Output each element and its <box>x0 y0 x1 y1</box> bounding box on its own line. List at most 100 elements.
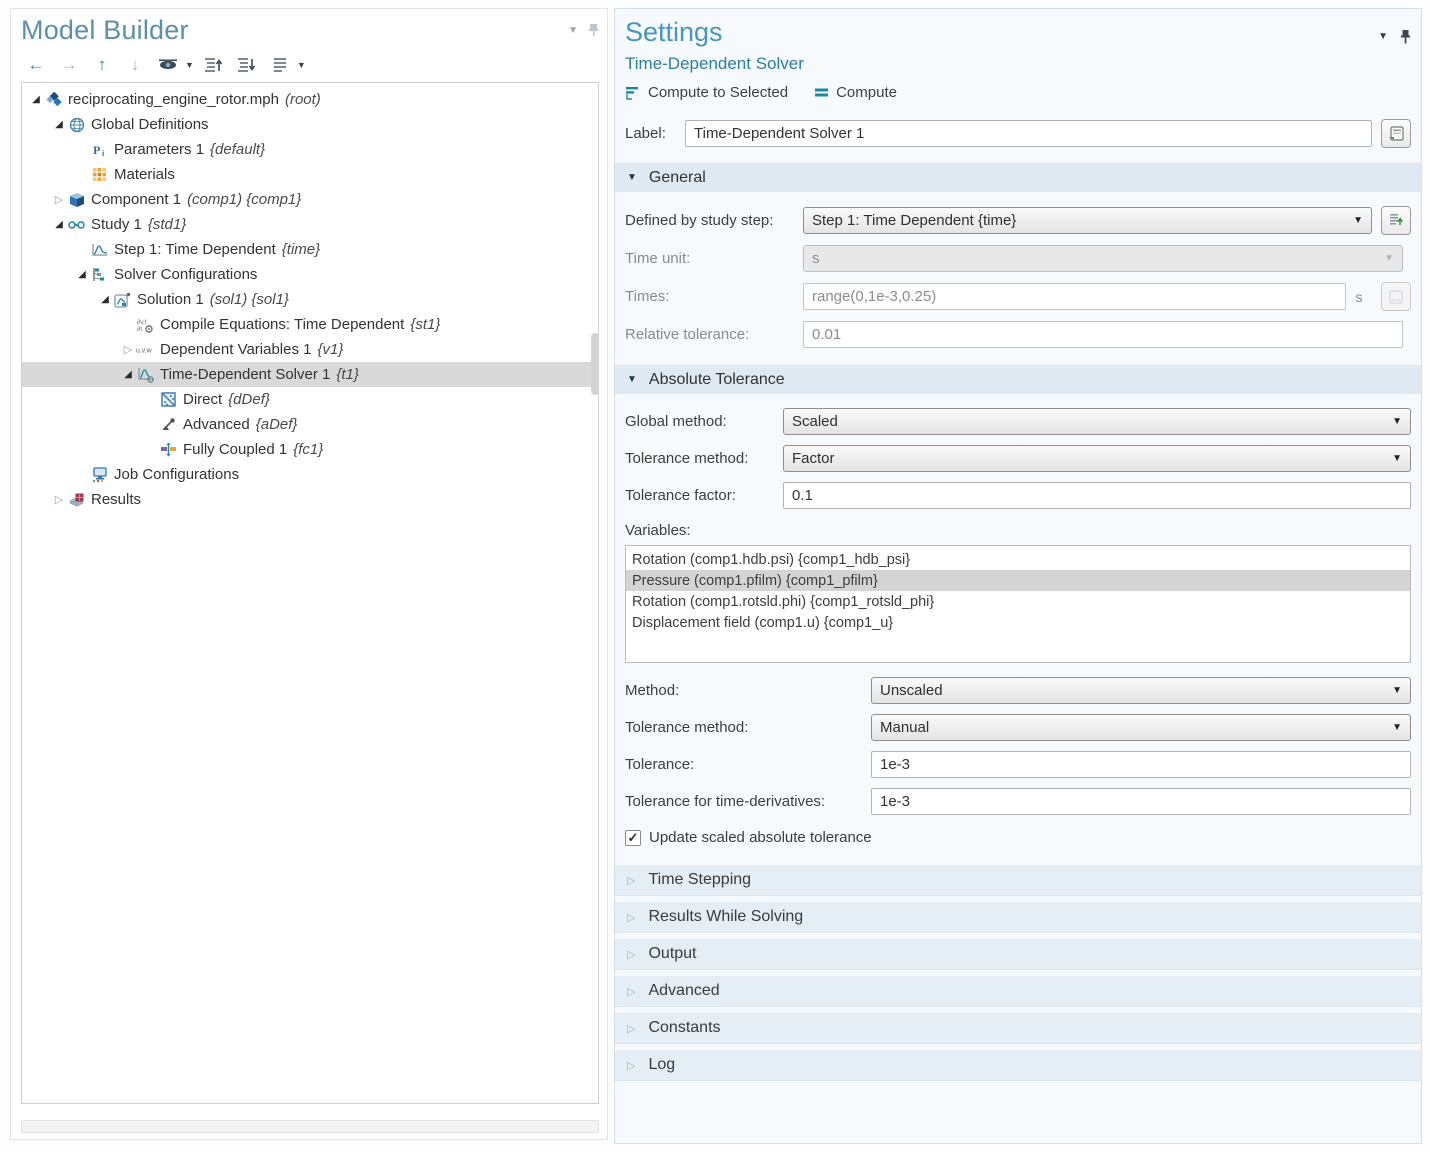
solver-configurations-icon <box>90 267 109 283</box>
update-scaled-tolerance-checkbox[interactable]: ✓ <box>625 830 641 846</box>
tree-vertical-scrollbar[interactable] <box>591 333 599 395</box>
tree-item-tag: {t1} <box>336 366 359 383</box>
tree-item-direct[interactable]: Direct {dDef} <box>22 387 598 412</box>
model-tree-node-text-icon[interactable] <box>267 54 293 76</box>
tolerance-factor-input[interactable] <box>783 482 1411 509</box>
pin-icon[interactable] <box>1400 29 1411 44</box>
variable-item[interactable]: Rotation (comp1.rotsld.phi) {comp1_rotsl… <box>626 591 1410 612</box>
tree-item-component-1[interactable]: ▷ Component 1 (comp1) {comp1} <box>22 187 598 212</box>
tree-item-global-definitions[interactable]: ◢ Global Definitions <box>22 112 598 137</box>
collapse-caret-icon[interactable]: ▷ <box>120 343 136 356</box>
tree-item-job-configurations[interactable]: Job Configurations <box>22 462 598 487</box>
tree-item-dependent-variables-1[interactable]: ▷ u,v,w Dependent Variables 1 {v1} <box>22 337 598 362</box>
collapse-caret-icon[interactable]: ▷ <box>51 493 67 506</box>
label-input[interactable] <box>685 120 1372 147</box>
expand-caret-icon[interactable]: ◢ <box>51 219 67 230</box>
section-header-general[interactable]: ▼ General <box>615 162 1421 192</box>
time-dependent-step-icon <box>90 242 109 258</box>
pin-icon[interactable] <box>588 23 599 37</box>
method-select[interactable]: Unscaled ▼ <box>871 677 1411 704</box>
section-header-absolute-tolerance[interactable]: ▼ Absolute Tolerance <box>615 364 1421 394</box>
section-collapsed-icon: ▷ <box>627 874 635 887</box>
move-down-icon[interactable]: ↓ <box>122 54 148 76</box>
tolerance-time-derivatives-input[interactable] <box>871 788 1411 815</box>
chevron-down-icon: ▼ <box>1392 453 1402 464</box>
tree-item-advanced[interactable]: Advanced {aDef} <box>22 412 598 437</box>
section-expanded-icon: ▼ <box>627 374 637 385</box>
section-header-advanced[interactable]: ▷ Advanced <box>615 975 1421 1007</box>
tree-item-compile-equations[interactable]: ∂v.f∂t Compile Equations: Time Dependent… <box>22 312 598 337</box>
section-header-results-while-solving[interactable]: ▷ Results While Solving <box>615 901 1421 933</box>
tree-item-materials[interactable]: Materials <box>22 162 598 187</box>
tree-item-label: Step 1: Time Dependent <box>114 241 276 258</box>
compile-equations-icon: ∂v.f∂t <box>136 317 155 333</box>
go-to-source-button[interactable] <box>1381 206 1411 235</box>
tree-item-label: Advanced <box>183 416 250 433</box>
tree-horizontal-scrollbar[interactable] <box>21 1120 599 1133</box>
tolerance-method-label: Tolerance method: <box>625 450 783 467</box>
back-icon[interactable]: ← <box>23 54 49 76</box>
forward-icon[interactable]: → <box>56 54 82 76</box>
compute-button[interactable]: Compute <box>814 84 897 101</box>
compute-to-selected-button[interactable]: Compute to Selected <box>625 84 788 101</box>
expand-caret-icon[interactable]: ◢ <box>120 369 136 380</box>
panel-menu-caret-icon[interactable]: ▼ <box>1378 31 1388 42</box>
variable-item[interactable]: Displacement field (comp1.u) {comp1_u} <box>626 612 1410 633</box>
section-header-output[interactable]: ▷ Output <box>615 938 1421 970</box>
section-expanded-icon: ▼ <box>627 172 637 183</box>
relative-tolerance-input[interactable] <box>803 321 1403 348</box>
tree-item-parameters-1[interactable]: Pi Parameters 1 {default} <box>22 137 598 162</box>
tolerance-method-select[interactable]: Factor ▼ <box>783 445 1411 472</box>
compute-icon <box>814 87 829 98</box>
variable-item-selected[interactable]: Pressure (comp1.pfilm) {comp1_pfilm} <box>626 570 1410 591</box>
section-title: Absolute Tolerance <box>649 371 785 389</box>
section-body-absolute-tolerance: Global method: Scaled ▼ Tolerance method… <box>625 394 1411 848</box>
show-label-button[interactable] <box>1381 119 1411 148</box>
tree-item-fully-coupled-1[interactable]: Fully Coupled 1 {fc1} <box>22 437 598 462</box>
svg-text:P: P <box>93 143 100 157</box>
selected-option: s <box>812 250 820 267</box>
move-up-icon[interactable]: ↑ <box>89 54 115 76</box>
update-scaled-tolerance-label: Update scaled absolute tolerance <box>649 829 872 846</box>
section-header-time-stepping[interactable]: ▷ Time Stepping <box>615 864 1421 896</box>
section-title: Constants <box>648 1019 720 1037</box>
tree-item-solver-configurations[interactable]: ◢ Solver Configurations <box>22 262 598 287</box>
collapse-caret-icon[interactable]: ▷ <box>51 193 67 206</box>
advanced-icon <box>159 417 178 433</box>
model-builder-panel: Model Builder ▼ ← → ↑ ↓ ▼ ▼ ◢ <box>10 8 608 1140</box>
tree-item-solution-1[interactable]: ◢ Solution 1 (sol1) {sol1} <box>22 287 598 312</box>
tree-item-step-1-time-dependent[interactable]: Step 1: Time Dependent {time} <box>22 237 598 262</box>
times-input[interactable] <box>803 283 1346 310</box>
variable-item[interactable]: Rotation (comp1.hdb.psi) {comp1_hdb_psi} <box>626 549 1410 570</box>
svg-text:∂t: ∂t <box>137 326 142 333</box>
node-text-menu-caret-icon[interactable]: ▼ <box>297 60 306 70</box>
range-button[interactable] <box>1381 282 1411 311</box>
expand-caret-icon[interactable]: ◢ <box>97 294 113 305</box>
show-icon[interactable] <box>155 54 181 76</box>
expand-caret-icon[interactable]: ◢ <box>74 269 90 280</box>
tree-item-results[interactable]: ▷ Results <box>22 487 598 512</box>
defined-by-study-step-select[interactable]: Step 1: Time Dependent {time} ▼ <box>803 207 1372 234</box>
job-configurations-icon <box>90 467 109 483</box>
tree-item-time-dependent-solver-1[interactable]: ◢ Time-Dependent Solver 1 {t1} <box>22 362 598 387</box>
expand-all-icon[interactable] <box>201 54 227 76</box>
expand-caret-icon[interactable]: ◢ <box>28 94 44 105</box>
section-title: Results While Solving <box>648 908 803 926</box>
tolerance-input[interactable] <box>871 751 1411 778</box>
show-menu-caret-icon[interactable]: ▼ <box>185 60 194 70</box>
collapse-all-icon[interactable] <box>234 54 260 76</box>
global-method-select[interactable]: Scaled ▼ <box>783 408 1411 435</box>
variables-listbox[interactable]: Rotation (comp1.hdb.psi) {comp1_hdb_psi}… <box>625 545 1411 663</box>
tree-item-label: Job Configurations <box>114 466 239 483</box>
panel-menu-caret-icon[interactable]: ▼ <box>568 25 578 36</box>
tree-item-tag: (sol1) {sol1} <box>210 291 289 308</box>
variable-label: Displacement field (comp1.u) {comp1_u} <box>632 615 893 631</box>
expand-caret-icon[interactable]: ◢ <box>51 119 67 130</box>
section-header-log[interactable]: ▷ Log <box>615 1049 1421 1081</box>
tolerance-method-manual-select[interactable]: Manual ▼ <box>871 714 1411 741</box>
tree-item-label: reciprocating_engine_rotor.mph <box>68 91 279 108</box>
tree-item-root[interactable]: ◢ reciprocating_engine_rotor.mph (root) <box>22 87 598 112</box>
section-header-constants[interactable]: ▷ Constants <box>615 1012 1421 1044</box>
settings-node-type[interactable]: Time-Dependent Solver <box>625 54 1411 74</box>
tree-item-study-1[interactable]: ◢ Study 1 {std1} <box>22 212 598 237</box>
